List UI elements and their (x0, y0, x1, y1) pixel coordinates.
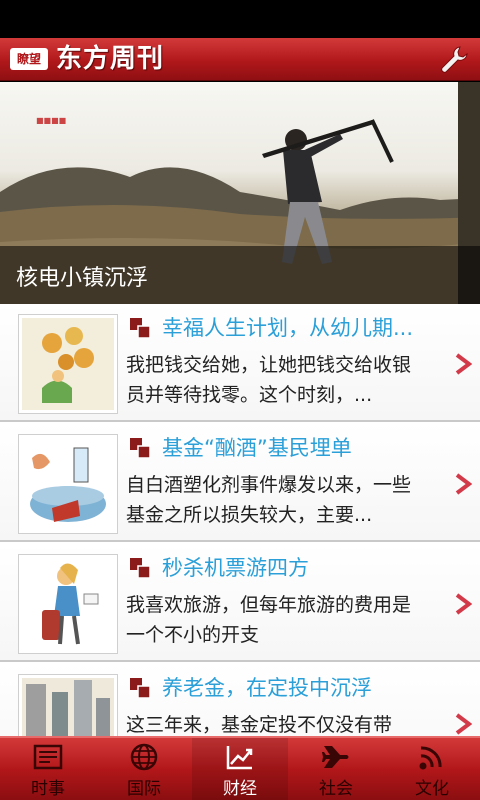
tab-current-affairs[interactable]: 时事 (0, 738, 96, 800)
chevron-right-icon (455, 713, 472, 735)
tab-finance[interactable]: 财经 (192, 738, 288, 800)
article-summary: 我把钱交给她，让她把钱交给收银员并等待找零。这个时刻，... (126, 354, 412, 406)
wrench-icon (441, 46, 468, 73)
globe-icon (130, 743, 158, 771)
list-item[interactable]: 幸福人生计划，从幼儿期... 我把钱交给她，让她把钱交给收银员并等待找零。这个时… (0, 304, 480, 422)
chevron-right-icon (455, 473, 472, 495)
bottom-tab-bar: 时事 国际 财经 社会 文化 (0, 736, 480, 800)
hero-banner[interactable]: ■■■■ 核电小镇沉浮 (0, 82, 480, 304)
article-summary: 自白酒塑化剂事件爆发以来，一些基金之所以损失较大，主要... (126, 474, 412, 526)
article-list[interactable]: 幸福人生计划，从幼儿期... 我把钱交给她，让她把钱交给收银员并等待找零。这个时… (0, 304, 480, 736)
list-item[interactable]: 秒杀机票游四方 我喜欢旅游，但每年旅游的费用是一个不小的开支 (0, 544, 480, 662)
coins-illustration (22, 318, 114, 410)
article-thumbnail (18, 674, 118, 736)
tab-label: 国际 (127, 779, 161, 799)
article-title: 幸福人生计划，从幼儿期... (162, 316, 414, 340)
bullet-icon (130, 558, 151, 578)
bullet-icon (130, 438, 151, 458)
article-title: 基金“酗酒”基民埋单 (162, 436, 352, 460)
title-bar: 瞭望 东方周刊 (0, 38, 480, 81)
bullet-icon (130, 678, 151, 698)
status-bar (0, 0, 480, 38)
article-thumbnail (18, 434, 118, 534)
chart-icon (226, 746, 253, 770)
article-summary: 这三年来，基金定投不仅没有带 (126, 714, 393, 736)
article-thumbnail (18, 554, 118, 654)
tab-society[interactable]: 社会 (288, 738, 384, 800)
tab-culture[interactable]: 文化 (384, 738, 480, 800)
list-item[interactable]: 基金“酗酒”基民埋单 自白酒塑化剂事件爆发以来，一些基金之所以损失较大，主要..… (0, 424, 480, 542)
hero-caption: 核电小镇沉浮 (16, 266, 149, 291)
pension-illustration (22, 678, 114, 736)
list-item[interactable]: 养老金，在定投中沉浮 这三年来，基金定投不仅没有带 (0, 664, 480, 736)
airplane-icon (322, 746, 349, 768)
article-summary: 我喜欢旅游，但每年旅游的费用是一个不小的开支 (126, 594, 412, 646)
article-title: 秒杀机票游四方 (162, 556, 309, 580)
traveler-illustration (22, 558, 114, 650)
tab-international[interactable]: 国际 (96, 738, 192, 800)
fund-illustration (22, 438, 114, 530)
app-title: 东方周刊 (56, 44, 165, 74)
tab-label: 社会 (319, 779, 353, 799)
chevron-right-icon (455, 353, 472, 375)
settings-button[interactable] (438, 44, 470, 76)
newspaper-icon (33, 744, 63, 770)
article-thumbnail (18, 314, 118, 414)
hero-watermark: ■■■■ (36, 116, 67, 125)
article-title: 养老金，在定投中沉浮 (162, 676, 372, 700)
signal-icon (419, 746, 442, 770)
tab-label: 财经 (223, 779, 257, 799)
tab-label: 文化 (415, 779, 449, 799)
bullet-icon (130, 318, 151, 338)
chevron-right-icon (455, 593, 472, 615)
tab-label: 时事 (31, 779, 65, 799)
app-logo: 瞭望 (10, 48, 48, 70)
